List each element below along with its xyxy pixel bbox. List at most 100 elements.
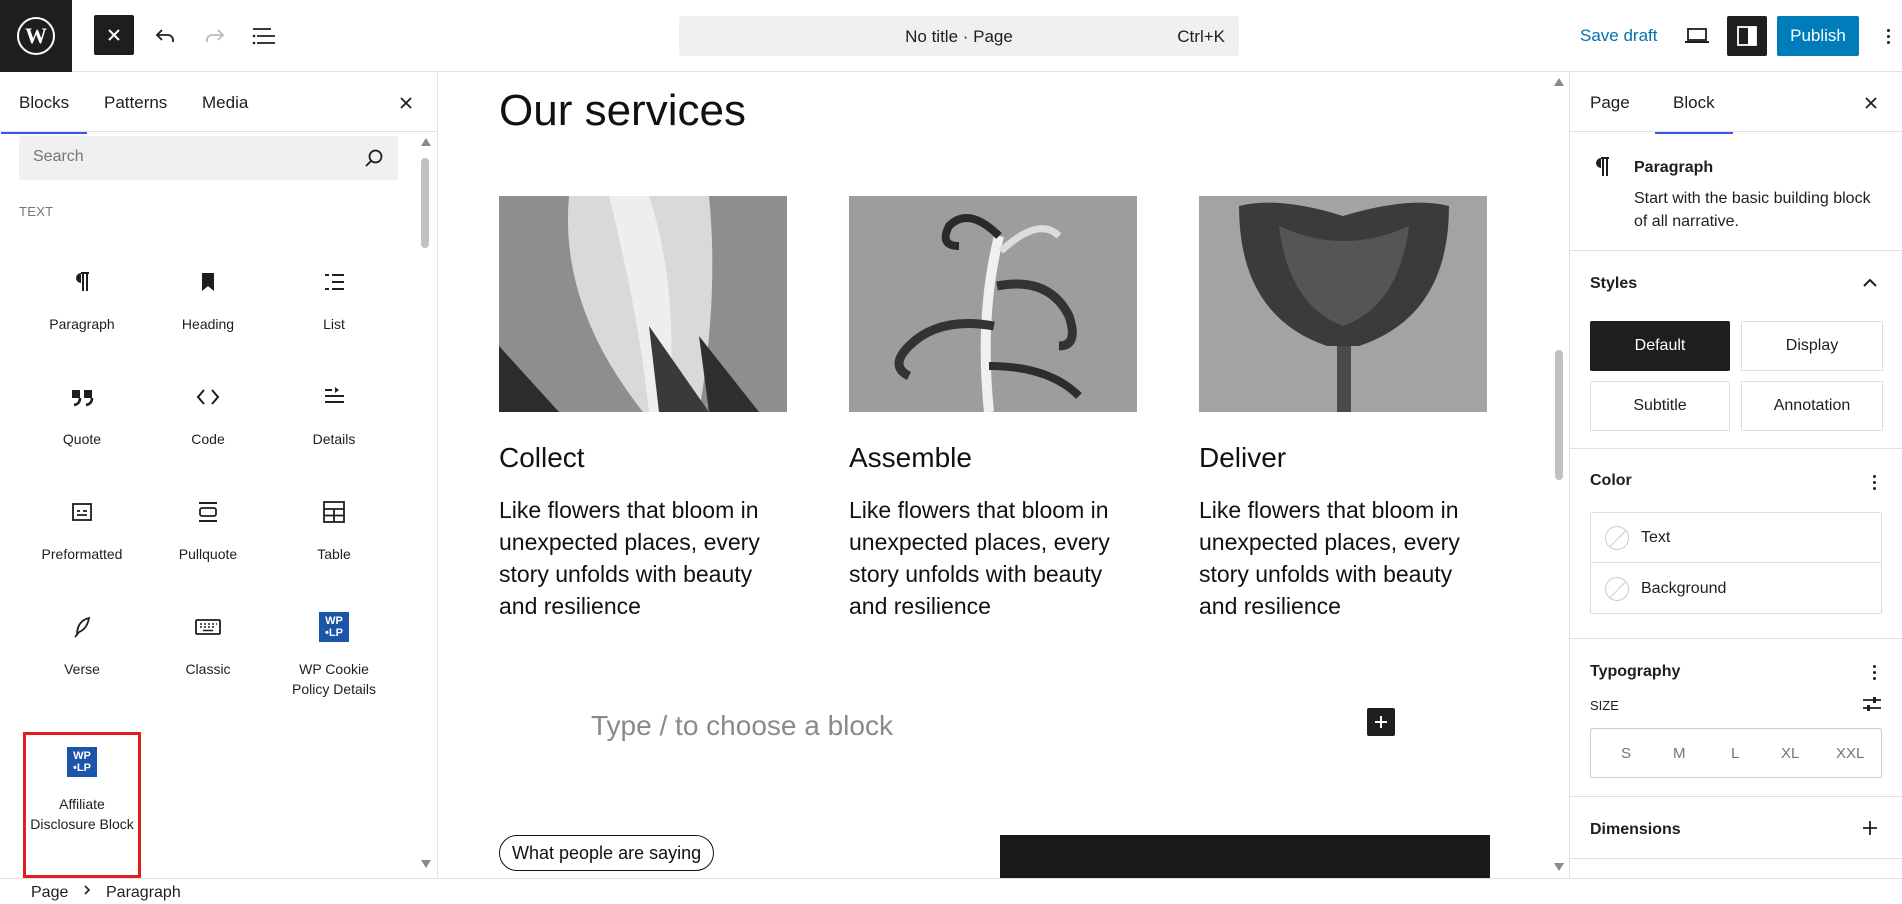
inserter-scrollbar[interactable] [421, 158, 429, 248]
typography-panel-title: Typography [1590, 663, 1681, 680]
add-dimension-icon[interactable] [1862, 820, 1878, 841]
block-list[interactable]: List [275, 252, 393, 362]
block-verse[interactable]: Verse [23, 597, 141, 707]
font-size-picker: S M L XL XXL [1590, 728, 1882, 778]
service-title[interactable]: Assemble [849, 442, 1137, 474]
empty-block-placeholder[interactable]: Type / to choose a block [591, 710, 893, 742]
size-xl-option[interactable]: XL [1781, 745, 1799, 762]
scroll-down-arrow-icon[interactable] [1554, 863, 1564, 871]
style-default-button[interactable]: Default [1590, 321, 1730, 371]
testimonials-pill[interactable]: What people are saying [499, 835, 715, 871]
editor-canvas: Our services Collect Like flowers that b… [439, 72, 1569, 878]
inserter-tabs: Blocks Patterns Media [0, 72, 437, 134]
block-pullquote[interactable]: Pullquote [149, 482, 267, 592]
service-title[interactable]: Deliver [1199, 442, 1487, 474]
service-column-assemble: Assemble Like flowers that bloom in unex… [849, 196, 1137, 622]
service-column-collect: Collect Like flowers that bloom in unexp… [499, 196, 787, 622]
close-icon[interactable] [393, 90, 419, 116]
settings-sidebar-toggle-icon[interactable] [1727, 16, 1767, 56]
block-preformatted[interactable]: Preformatted [23, 482, 141, 592]
document-overview-icon[interactable] [244, 16, 284, 56]
size-l-option[interactable]: L [1731, 745, 1739, 762]
publish-button[interactable]: Publish [1777, 16, 1859, 56]
services-heading[interactable]: Our services [499, 86, 746, 136]
divider [1570, 448, 1902, 449]
dimensions-panel-title: Dimensions [1590, 821, 1681, 838]
code-icon [149, 383, 267, 411]
block-card: Paragraph Start with the basic building … [1570, 133, 1902, 251]
command-palette-button[interactable]: No title · Page Ctrl+K [679, 16, 1239, 56]
block-heading[interactable]: Heading [149, 252, 267, 362]
typography-options-icon[interactable] [1862, 660, 1886, 684]
close-icon[interactable] [1858, 90, 1884, 116]
block-quote[interactable]: Quote [23, 367, 141, 477]
breadcrumb-paragraph[interactable]: Paragraph [106, 884, 181, 902]
paragraph-icon [1592, 155, 1612, 184]
block-card-title: Paragraph [1634, 159, 1714, 176]
chevron-up-icon[interactable] [1862, 276, 1878, 294]
wordpress-logo-icon[interactable]: W [0, 0, 72, 72]
settings-sidebar: Page Block Paragraph Start with the basi… [1569, 72, 1902, 878]
search-icon[interactable] [364, 148, 384, 173]
editor-header: W No title · Page Ctrl+K Save draft Publ… [0, 0, 1902, 72]
svg-text:W: W [25, 23, 47, 48]
block-code[interactable]: Code [149, 367, 267, 477]
tab-media[interactable]: Media [202, 93, 248, 113]
scroll-down-arrow-icon[interactable] [421, 860, 431, 868]
block-paragraph[interactable]: Paragraph [23, 252, 141, 362]
text-color-control[interactable]: Text [1591, 513, 1881, 563]
empty-swatch-icon [1605, 525, 1629, 550]
redo-icon[interactable] [195, 16, 235, 56]
plant-image[interactable] [849, 196, 1137, 412]
service-text[interactable]: Like flowers that bloom in unexpected pl… [849, 494, 1137, 622]
size-label: SIZE [1590, 698, 1619, 713]
style-subtitle-button[interactable]: Subtitle [1590, 381, 1730, 431]
custom-size-icon[interactable] [1861, 694, 1883, 719]
style-display-button[interactable]: Display [1741, 321, 1883, 371]
color-controls: Text Background [1590, 512, 1882, 614]
details-icon [275, 383, 393, 411]
table-icon [275, 498, 393, 526]
service-title[interactable]: Collect [499, 442, 787, 474]
block-table[interactable]: Table [275, 482, 393, 592]
options-menu-icon[interactable] [1876, 24, 1900, 48]
size-xxl-option[interactable]: XXL [1836, 745, 1864, 762]
style-annotation-button[interactable]: Annotation [1741, 381, 1883, 431]
block-card-description: Start with the basic building block of a… [1634, 190, 1871, 230]
service-text[interactable]: Like flowers that bloom in unexpected pl… [1199, 494, 1487, 622]
undo-icon[interactable] [145, 16, 185, 56]
block-inserter-panel: Blocks Patterns Media TEXT Paragraph Hea… [0, 72, 438, 878]
close-inserter-button[interactable] [94, 15, 134, 55]
search-input[interactable] [33, 148, 353, 166]
color-options-icon[interactable] [1862, 470, 1886, 494]
block-affiliate-disclosure[interactable]: WP •LP Affiliate Disclosure Block [23, 732, 141, 878]
tab-patterns[interactable]: Patterns [104, 93, 167, 113]
verse-icon [23, 613, 141, 641]
save-draft-button[interactable]: Save draft [1580, 26, 1658, 46]
flower-image[interactable] [499, 196, 787, 412]
scroll-up-arrow-icon[interactable] [421, 138, 431, 146]
add-block-button[interactable] [1367, 708, 1395, 736]
background-color-control[interactable]: Background [1591, 564, 1881, 614]
styles-panel-title[interactable]: Styles [1590, 275, 1637, 293]
canvas-scrollbar[interactable] [1555, 350, 1563, 480]
tab-block[interactable]: Block [1655, 93, 1732, 134]
tab-blocks[interactable]: Blocks [0, 93, 88, 134]
thistle-image[interactable] [1199, 196, 1487, 412]
size-m-option[interactable]: M [1673, 745, 1686, 762]
divider [1570, 796, 1902, 797]
block-wp-cookie-policy-details[interactable]: WP •LP WP Cookie Policy Details [275, 597, 393, 707]
color-panel-title: Color [1590, 472, 1632, 489]
service-text[interactable]: Like flowers that bloom in unexpected pl… [499, 494, 787, 622]
breadcrumb: Page Paragraph [0, 878, 1902, 904]
block-search [19, 136, 398, 180]
document-title: No title · Page [905, 27, 1013, 46]
testimonial-image[interactable] [1000, 835, 1490, 878]
tab-page[interactable]: Page [1590, 93, 1630, 113]
block-details[interactable]: Details [275, 367, 393, 477]
breadcrumb-page[interactable]: Page [31, 884, 68, 902]
block-classic[interactable]: Classic [149, 597, 267, 707]
size-s-option[interactable]: S [1621, 745, 1631, 762]
scroll-up-arrow-icon[interactable] [1554, 78, 1564, 86]
preview-desktop-icon[interactable] [1677, 16, 1717, 56]
